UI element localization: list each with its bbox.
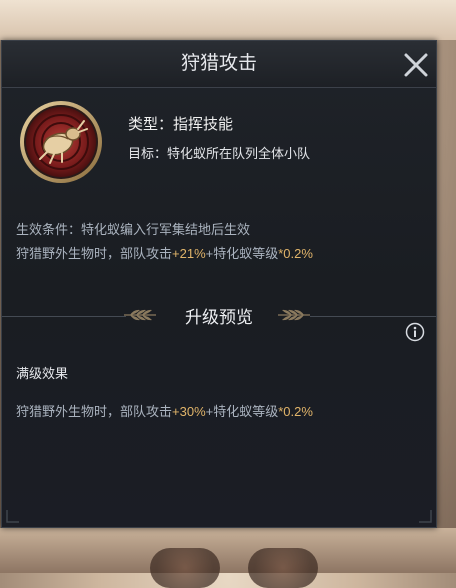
background-top <box>0 0 456 40</box>
skill-target: 目标：特化蚁所在队列全体小队 <box>128 146 311 161</box>
skill-type: 类型：指挥技能 <box>128 116 234 133</box>
skill-detail-dialog: 狩猎攻击 类型：指挥技能 目标：特化蚁所在队列全体小队 生效条件：特化蚁编入行军… <box>1 40 437 528</box>
effect-scale: *0.2% <box>278 246 313 261</box>
effect-text: +特化蚁等级 <box>205 404 279 419</box>
beetle-skill-icon <box>18 99 104 185</box>
close-icon[interactable] <box>400 49 432 81</box>
dialog-header: 狩猎攻击 <box>2 41 436 88</box>
background-decoration <box>248 548 318 588</box>
dialog-title: 狩猎攻击 <box>180 53 257 74</box>
wheat-ornament-icon <box>276 307 312 323</box>
info-icon[interactable] <box>405 322 425 342</box>
upgrade-preview-title: 升级预览 <box>185 308 253 327</box>
effect-bonus: +21% <box>172 246 206 261</box>
max-level-label: 满级效果 <box>16 366 69 381</box>
effect-text: +特化蚁等级 <box>205 246 279 261</box>
effect-scale: *0.2% <box>278 404 313 419</box>
effect-bonus: +30% <box>172 404 206 419</box>
max-level-effect: 狩猎野外生物时，部队攻击+30%+特化蚁等级*0.2% <box>16 401 313 420</box>
activation-condition: 生效条件：特化蚁编入行军集结地后生效 <box>16 222 251 237</box>
background-decoration <box>150 548 220 588</box>
background-bottom <box>0 528 456 573</box>
effect-text: 狩猎野外生物时，部队攻击 <box>16 246 173 261</box>
corner-ornament-icon <box>418 509 432 523</box>
corner-ornament-icon <box>6 509 20 523</box>
current-effect: 狩猎野外生物时，部队攻击+21%+特化蚁等级*0.2% <box>16 243 313 262</box>
effect-text: 狩猎野外生物时，部队攻击 <box>16 404 173 419</box>
